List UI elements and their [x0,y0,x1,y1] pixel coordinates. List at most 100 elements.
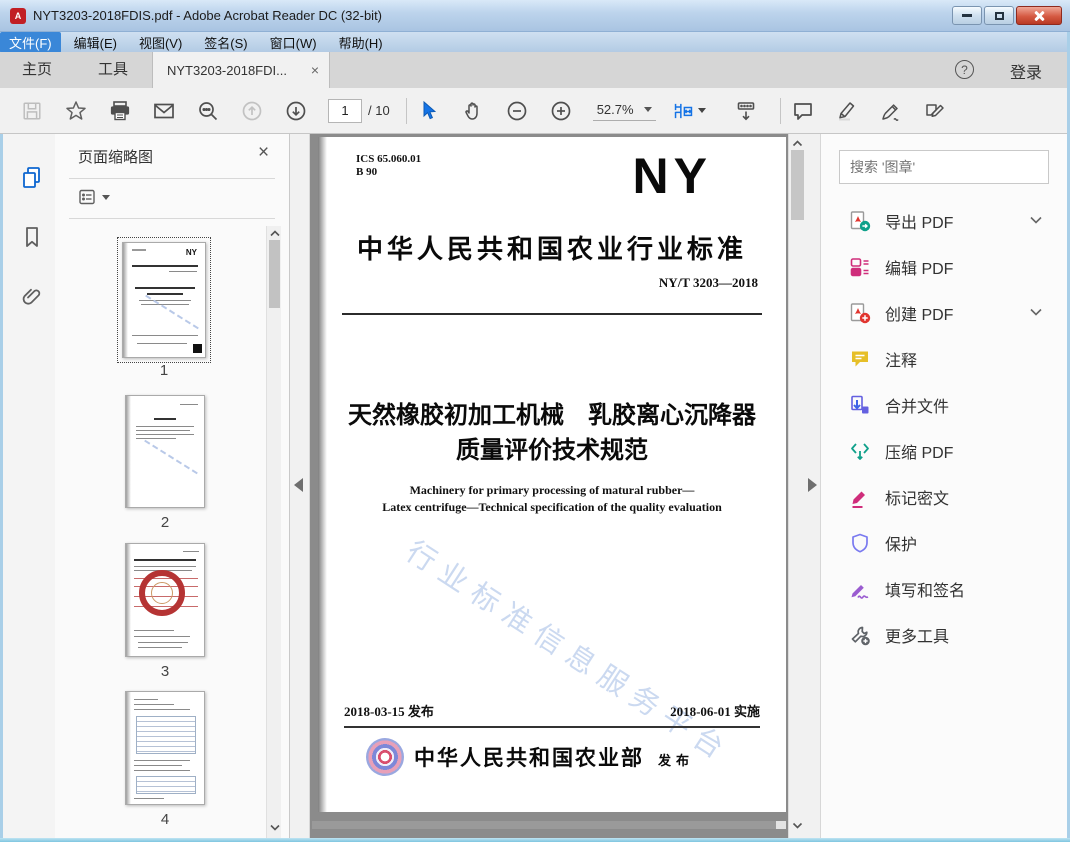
highlight-button[interactable] [835,99,859,123]
thumbnail-page-4[interactable] [125,691,205,805]
email-button[interactable] [152,99,176,123]
collapse-left-panel-icon[interactable] [294,478,303,492]
tool-label: 合并文件 [885,399,950,416]
thumbnail-page-2[interactable] [125,395,205,508]
bookmarks-rail-button[interactable] [19,224,45,250]
tool-compress-pdf[interactable]: 压缩 PDF [821,428,1068,474]
doc-title-line1: 天然橡胶初加工机械 乳胶离心沉降器 [348,402,756,429]
zoom-level-value: 52.7% [596,102,634,117]
page-number-input[interactable]: 1 [328,98,362,123]
publish-word: 发布 [658,752,695,768]
sign-button[interactable] [879,99,903,123]
previous-page-button[interactable] [240,99,264,123]
scrollbar-thumb[interactable] [312,821,776,829]
menu-view[interactable]: 视图(V) [130,32,191,53]
ny-logo: NY [632,148,712,204]
scrollbar-thumb[interactable] [269,240,280,308]
tab-close-icon[interactable]: × [311,62,319,78]
stamp-annotate-button[interactable] [923,99,947,123]
collapse-right-panel-icon[interactable] [808,478,817,492]
tool-export-pdf[interactable]: 导出 PDF [821,198,1068,244]
panel-splitter-right[interactable] [806,134,820,838]
menu-help[interactable]: 帮助(H) [330,32,392,53]
search-button[interactable] [196,99,220,123]
page-scrolling-button[interactable] [734,99,758,123]
tool-combine-files[interactable]: 合并文件 [821,382,1068,428]
tool-label: 导出 PDF [885,215,954,232]
chevron-down-icon[interactable] [1030,216,1042,224]
sign-in-button[interactable]: 登录 [1010,59,1042,83]
national-emblem [366,738,404,776]
select-tool-button[interactable] [417,99,441,123]
maximize-button[interactable] [984,6,1014,25]
stamp-edit-icon [925,103,944,117]
thumbnail-page-3[interactable] [125,543,205,657]
tool-label: 标记密文 [885,491,950,508]
rule [342,313,762,315]
document-horizontal-scrollbar[interactable] [312,821,786,829]
thumbnail-page-1[interactable]: NY [117,237,211,363]
tool-edit-pdf[interactable]: 编辑 PDF [821,244,1068,290]
tab-home[interactable]: 主页 [22,52,52,88]
implementation-date: 2018-06-01 实施 [670,704,760,719]
hand-icon [464,101,478,120]
menu-sign[interactable]: 签名(S) [195,32,256,53]
chevron-down-icon[interactable] [1030,308,1042,316]
menu-window[interactable]: 窗口(W) [261,32,326,53]
tools-search-input[interactable] [839,150,1049,184]
publisher-row: 中华人民共和国农业部 发布 [366,738,694,776]
document-vertical-scrollbar[interactable] [788,134,806,838]
close-button[interactable] [1016,6,1062,25]
redact-icon [852,491,865,508]
save-icon [23,101,41,120]
create-pdf-icon [850,303,871,324]
doc-title-line2: 质量评价技术规范 [456,437,648,464]
panel-splitter-left[interactable] [290,134,310,838]
minimize-button[interactable] [952,6,982,25]
page-up-icon [242,101,262,120]
help-icon[interactable]: ? [955,60,974,79]
hand-tool-button[interactable] [461,99,485,123]
print-button[interactable] [108,99,132,123]
menu-file[interactable]: 文件(F) [0,31,61,53]
page-down-icon [286,101,306,120]
tab-document[interactable]: NYT3203-2018FDI... × [152,52,330,88]
tool-fill-sign[interactable]: 填写和签名 [821,566,1068,612]
thumbnails-scrollbar[interactable] [266,226,281,838]
fit-width-button[interactable] [672,99,706,123]
tool-create-pdf[interactable]: 创建 PDF [821,290,1068,336]
zoom-out-icon [507,101,527,120]
star-button[interactable] [64,99,88,123]
zoom-out-button[interactable] [505,99,529,123]
tool-redact[interactable]: 标记密文 [821,474,1068,520]
standard-code: NY/T 3203—2018 [658,275,758,290]
thumbnails-options-button[interactable] [78,188,110,206]
red-seal [139,570,185,616]
document-viewport[interactable]: ICS 65.060.01 B 90 NY 中华人民共和国农业行业标准 NY/T… [310,134,788,838]
thumbnails-panel-close-icon[interactable]: × [258,142,269,164]
doc-title-english: Machinery for primary processing of matu… [382,483,722,514]
fit-width-icon [674,103,692,118]
zoom-level-dropdown[interactable]: 52.7% [592,100,656,121]
menu-edit[interactable]: 编辑(E) [65,32,126,53]
scrollbar-thumb[interactable] [791,150,804,220]
tab-bar: 主页 工具 NYT3203-2018FDI... × ? 登录 [0,52,1070,88]
options-icon [79,189,95,205]
publisher-name: 中华人民共和国农业部 [414,746,644,770]
issue-date: 2018-03-15 发布 [344,704,434,719]
next-page-button[interactable] [284,99,308,123]
zoom-in-button[interactable] [549,99,573,123]
tool-more-tools[interactable]: 更多工具 [821,612,1068,658]
divider [69,178,275,179]
tool-protect[interactable]: 保护 [821,520,1068,566]
page-thumbnails-rail-button[interactable] [19,164,45,190]
divider [69,218,275,219]
title-bar: A NYT3203-2018FDIS.pdf - Adobe Acrobat R… [0,0,1070,32]
tool-comment[interactable]: 注释 [821,336,1068,382]
attachments-rail-button[interactable] [19,284,45,310]
print-icon [110,100,130,120]
save-button[interactable] [20,99,44,123]
comment-button[interactable] [791,99,815,123]
thumbnails-panel-title: 页面缩略图 [78,149,154,166]
tab-tools[interactable]: 工具 [98,52,128,88]
